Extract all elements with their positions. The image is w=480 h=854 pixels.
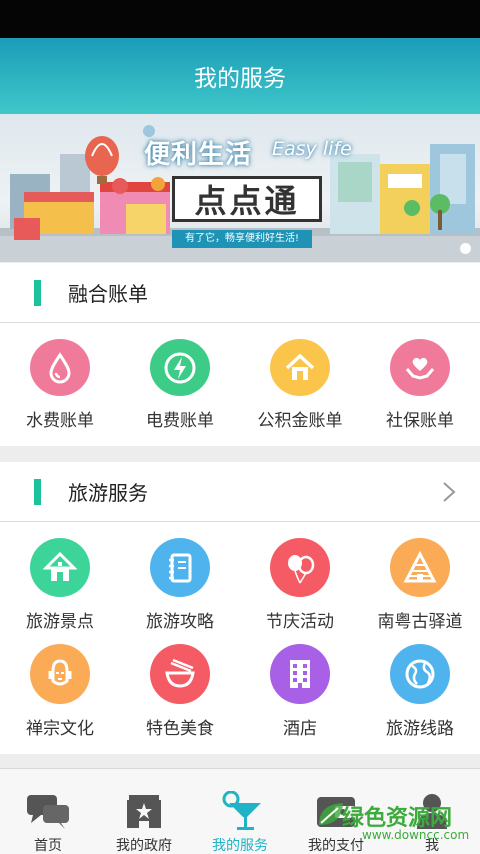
hotel-item[interactable]: 酒店 <box>240 632 360 742</box>
section-title: 旅游服务 <box>68 481 148 505</box>
notebook-icon <box>150 538 210 597</box>
item-label: 公积金账单 <box>257 411 343 431</box>
scenic-spots-item[interactable]: 旅游景点 <box>0 522 120 632</box>
water-drop-icon <box>30 339 90 396</box>
tab-label: 首页 <box>34 838 62 854</box>
banner-subtitle: 有了它，畅享便利好生活! <box>172 230 312 248</box>
bills-grid: 水费账单 电费账单 公积金账单 社保账单 <box>0 323 480 431</box>
section-accent-bar <box>34 478 41 505</box>
section-title: 融合账单 <box>68 282 148 306</box>
bills-section: 融合账单 水费账单 电费账单 公积金账单 社保账单 <box>0 263 480 446</box>
carousel-indicator[interactable] <box>460 243 471 254</box>
item-label: 特色美食 <box>146 719 214 739</box>
item-label: 节庆活动 <box>266 612 334 632</box>
watermark-url: www.downcc.com <box>362 828 470 842</box>
ancient-post-road-item[interactable]: 南粤古驿道 <box>360 522 480 632</box>
bowl-icon <box>150 644 210 704</box>
pavilion-icon <box>30 538 90 597</box>
item-label: 社保账单 <box>386 411 454 431</box>
item-label: 旅游景点 <box>26 612 94 632</box>
heart-hands-icon <box>390 339 450 396</box>
house-icon <box>270 339 330 396</box>
pyramid-icon <box>390 538 450 597</box>
globe-icon <box>390 644 450 704</box>
item-label: 旅游攻略 <box>146 612 214 632</box>
buddha-icon <box>30 644 90 704</box>
balloons-icon <box>270 538 330 597</box>
item-label: 酒店 <box>283 719 317 739</box>
travel-grid: 旅游景点 旅游攻略 节庆活动 南粤古驿道 禅宗文化 特色美食 酒店 旅游线路 <box>0 522 480 742</box>
tab-my-services[interactable]: 我的服务 <box>192 769 288 854</box>
electricity-bill-item[interactable]: 电费账单 <box>120 323 240 431</box>
tab-home[interactable]: 首页 <box>0 769 96 854</box>
section-accent-bar <box>34 279 41 306</box>
bills-section-header: 融合账单 <box>0 263 480 323</box>
water-bill-item[interactable]: 水费账单 <box>0 323 120 431</box>
cocktail-icon <box>222 791 261 830</box>
chat-icon <box>27 795 69 829</box>
festival-events-item[interactable]: 节庆活动 <box>240 522 360 632</box>
zen-culture-item[interactable]: 禅宗文化 <box>0 632 120 742</box>
banner-brand: 点点通 <box>172 176 322 222</box>
item-label: 旅游线路 <box>386 719 454 739</box>
site-watermark: 绿色资源网 www.downcc.com <box>312 796 480 854</box>
app-header: 我的服务 <box>0 38 480 114</box>
travel-routes-item[interactable]: 旅游线路 <box>360 632 480 742</box>
item-label: 禅宗文化 <box>26 719 94 739</box>
social-security-bill-item[interactable]: 社保账单 <box>360 323 480 431</box>
lightning-icon <box>150 339 210 396</box>
banner-english-title: Easy life <box>272 138 352 160</box>
housing-fund-bill-item[interactable]: 公积金账单 <box>240 323 360 431</box>
status-bar <box>0 0 480 38</box>
item-label: 水费账单 <box>26 411 94 431</box>
banner-title: 便利生活 <box>144 140 253 170</box>
chevron-right-icon[interactable] <box>438 481 460 503</box>
item-label: 南粤古驿道 <box>377 612 463 632</box>
local-food-item[interactable]: 特色美食 <box>120 632 240 742</box>
page-title: 我的服务 <box>194 66 286 92</box>
government-icon <box>127 795 161 828</box>
item-label: 电费账单 <box>146 411 214 431</box>
travel-section: 旅游服务 旅游景点 旅游攻略 节庆活动 南粤古驿道 禅宗文化 特色美食 酒店 旅… <box>0 462 480 754</box>
promo-banner[interactable]: 便利生活 Easy life 点点通 有了它，畅享便利好生活! <box>0 114 480 262</box>
building-icon <box>270 644 330 704</box>
travel-section-header[interactable]: 旅游服务 <box>0 462 480 522</box>
tab-label: 我的政府 <box>116 838 172 854</box>
tab-label: 我的服务 <box>212 838 268 854</box>
travel-guide-item[interactable]: 旅游攻略 <box>120 522 240 632</box>
tab-my-government[interactable]: 我的政府 <box>96 769 192 854</box>
